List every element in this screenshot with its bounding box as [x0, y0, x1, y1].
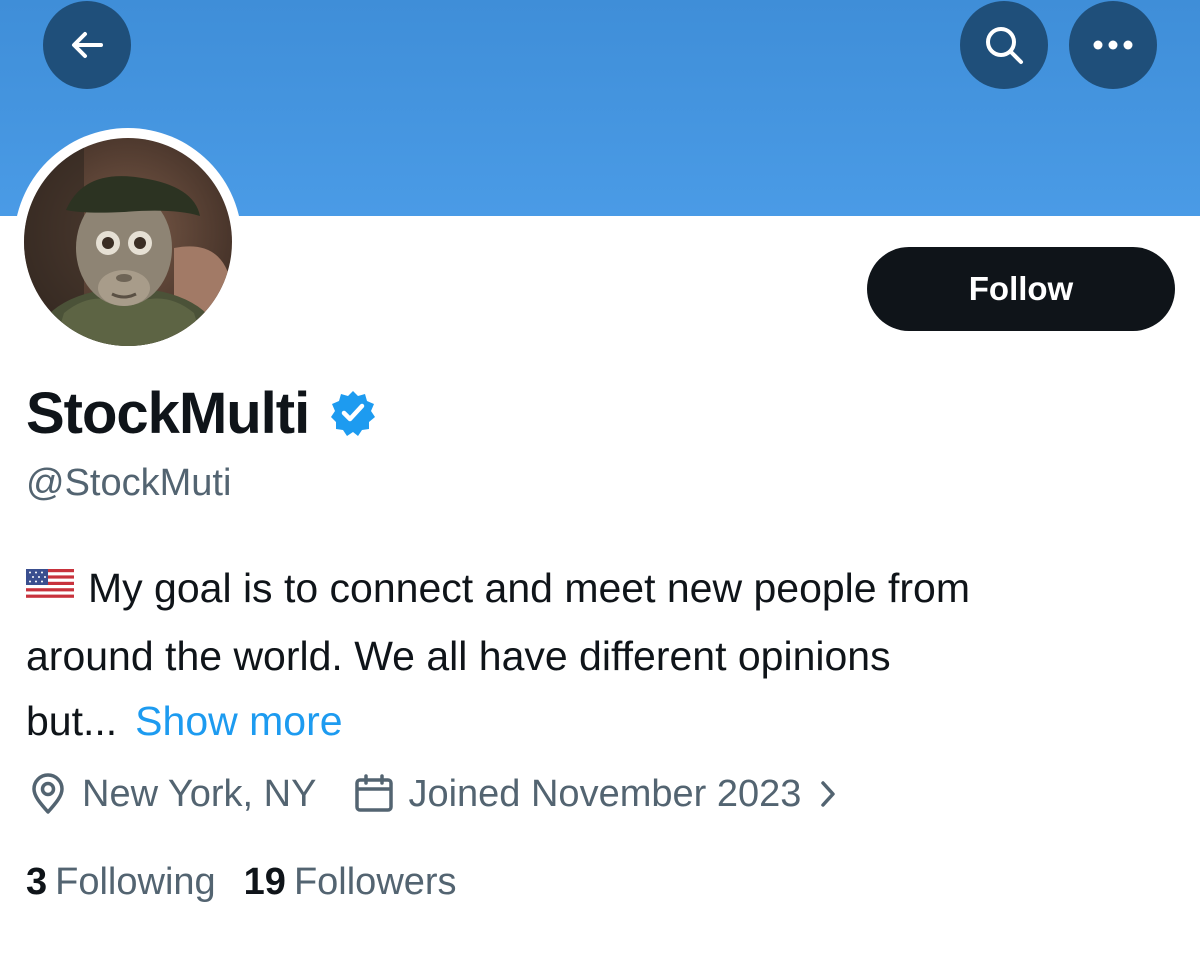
bio-line-2: around the world. We all have different …	[26, 632, 891, 679]
profile-page: Follow StockMulti @StockMuti My goal is …	[0, 0, 1200, 968]
avatar[interactable]	[24, 138, 232, 346]
avatar-image	[24, 138, 232, 346]
chevron-right-icon	[817, 778, 839, 810]
show-more-link[interactable]: Show more	[135, 698, 342, 744]
bio-text-line-3: but...	[26, 697, 118, 744]
display-name-row: StockMulti	[26, 378, 377, 448]
followers-label: Followers	[293, 860, 457, 903]
following-label: Following	[55, 860, 216, 903]
back-button[interactable]	[43, 1, 131, 89]
location-pin-icon	[26, 772, 70, 816]
location-text: New York, NY	[82, 772, 317, 815]
verified-badge[interactable]	[329, 389, 377, 437]
verified-badge-icon	[331, 391, 376, 436]
joined-item[interactable]: Joined November 2023	[352, 772, 839, 816]
following-count: 3	[26, 860, 48, 903]
us-flag-icon	[26, 555, 74, 620]
profile-meta: New York, NY Joined November 2023	[26, 768, 839, 820]
search-icon	[986, 27, 1023, 64]
bio-line-1: My goal is to connect and meet new peopl…	[26, 556, 1176, 624]
profile-bio: My goal is to connect and meet new peopl…	[26, 556, 1176, 754]
more-horizontal-icon	[1093, 40, 1133, 50]
display-name: StockMulti	[26, 380, 310, 446]
more-options-button[interactable]	[1069, 1, 1157, 89]
location-item: New York, NY	[26, 772, 316, 816]
followers-count: 19	[243, 860, 286, 903]
follow-button[interactable]: Follow	[867, 247, 1175, 331]
search-button[interactable]	[960, 1, 1048, 89]
following-stat[interactable]: 3 Following	[26, 861, 216, 904]
profile-handle: @StockMuti	[26, 462, 232, 504]
joined-text: Joined November 2023	[408, 772, 802, 815]
follow-stats: 3 Following 19 Followers	[26, 856, 457, 908]
bio-text-line-1: My goal is to connect and meet new peopl…	[88, 565, 970, 611]
arrow-left-icon	[72, 32, 103, 58]
calendar-icon	[352, 772, 396, 816]
bio-line-3: but... Show more	[26, 689, 1176, 754]
followers-stat[interactable]: 19 Followers	[244, 861, 457, 904]
